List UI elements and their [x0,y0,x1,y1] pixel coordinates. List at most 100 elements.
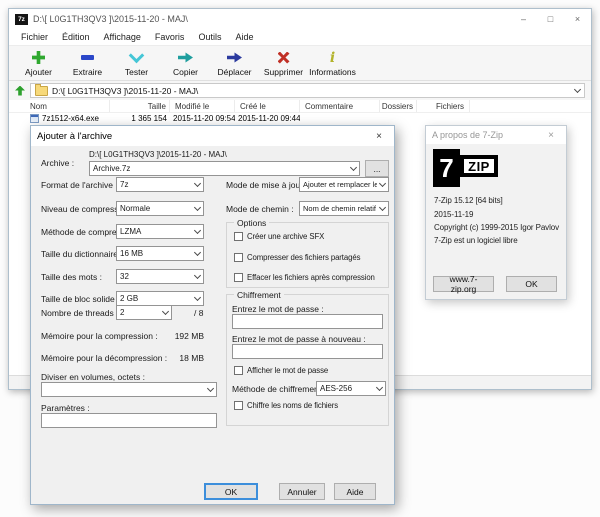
column-header-nom[interactable]: Nom [9,100,110,112]
help-button[interactable]: Aide [334,483,376,500]
level-combobox[interactable]: Normale [116,201,204,216]
main-window-title: D:\[ L0G1TH3QV3 ]\2015-11-20 - MAJ\ [33,14,188,24]
cancel-button[interactable]: Annuler [279,483,325,500]
minimize-icon[interactable]: – [510,9,537,29]
about-dialog: A propos de 7-Zip × 7 ZIP 7-Zip 15.12 [6… [425,125,567,300]
about-titlebar[interactable]: A propos de 7-Zip × [426,126,566,144]
password-input[interactable] [232,314,383,329]
file-name: 7z1512-x64.exe [42,114,99,123]
ok-button[interactable]: OK [204,483,258,500]
dictionary-combobox[interactable]: 16 MB [116,246,204,261]
ok-button[interactable]: OK [506,276,557,292]
maximize-icon[interactable]: □ [537,9,564,29]
solid-block-label: Taille de bloc solide : [41,294,120,304]
path-mode-combobox[interactable]: Nom de chemin relatif [299,201,389,216]
password-repeat-label: Entrez le mot de passe à nouveau : [232,334,366,344]
exe-file-icon [30,114,39,123]
browse-button[interactable]: ... [365,160,389,177]
dictionary-label: Taille du dictionnaire : [41,249,123,259]
solid-block-combobox[interactable]: 2 GB [116,291,204,306]
menu-affichage[interactable]: Affichage [97,32,148,42]
address-bar: D:\[ L0G1TH3QV3 ]\2015-11-20 - MAJ\ [9,81,591,100]
chevron-down-icon[interactable] [573,85,582,94]
word-size-combobox[interactable]: 32 [116,269,204,284]
checkbox-icon [234,366,243,375]
chevron-down-icon [378,203,387,212]
parameters-label: Paramètres : [41,403,90,413]
column-header-fichiers[interactable]: Fichiers [417,100,470,112]
toolbar-button-deplacer[interactable]: Déplacer [210,46,259,80]
move-arrow-icon [227,52,242,63]
chevron-down-icon [193,293,202,302]
chevron-down-icon [193,248,202,257]
update-mode-combobox[interactable]: Ajouter et remplacer les fichiers [299,177,389,192]
about-title: A propos de 7-Zip [432,130,504,140]
path-mode-label: Mode de chemin : [226,204,294,214]
memory-decompress-value: 18 MB [179,353,204,363]
file-created: 2015-11-20 09:44 [238,114,300,123]
add-to-archive-dialog: Ajouter à l'archive × Archive : D:\[ L0G… [30,125,395,505]
split-volumes-combobox[interactable] [41,382,217,397]
chevron-down-icon [375,383,384,392]
encryption-method-combobox[interactable]: AES-256 [316,381,386,396]
checkbox-icon [234,273,243,282]
close-icon[interactable]: × [536,126,566,144]
method-combobox[interactable]: LZMA [116,224,204,239]
main-titlebar[interactable]: 7z D:\[ L0G1TH3QV3 ]\2015-11-20 - MAJ\ –… [9,9,591,29]
toolbar-button-informations[interactable]: i Informations [308,46,357,80]
word-size-label: Taille des mots : [41,272,102,282]
show-password-checkbox[interactable]: Afficher le mot de passe [234,366,328,375]
close-icon[interactable]: × [564,9,591,29]
logo-seven: 7 [433,149,460,187]
menu-favoris[interactable]: Favoris [148,32,192,42]
add-plus-icon [32,51,45,64]
folder-icon [35,83,48,96]
table-row[interactable]: 7z1512-x64.exe 1 365 154 2015-11-20 09:5… [9,113,591,124]
password-label: Entrez le mot de passe : [232,304,324,314]
parameters-input[interactable] [41,413,217,428]
about-license: 7-Zip est un logiciel libre [434,236,518,245]
threads-combobox[interactable]: 2 [116,305,172,320]
menu-outils[interactable]: Outils [191,32,228,42]
website-button[interactable]: www.7-zip.org [433,274,494,294]
archive-label: Archive : [41,158,75,168]
column-header-modifie[interactable]: Modifié le [170,100,235,112]
parent-folder-icon[interactable] [15,85,25,96]
toolbar-button-extraire[interactable]: Extraire [63,46,112,80]
toolbar-button-tester[interactable]: Tester [112,46,161,80]
add-dialog-titlebar[interactable]: Ajouter à l'archive × [31,126,394,146]
chevron-down-icon [378,179,387,188]
toolbar-button-copier[interactable]: Copier [161,46,210,80]
encrypt-names-checkbox[interactable]: Chiffre les noms de fichiers [234,401,338,410]
memory-decompress-label: Mémoire pour la décompression : [41,353,168,363]
menu-fichier[interactable]: Fichier [14,32,55,42]
sfx-checkbox[interactable]: Créer une archive SFX [234,232,324,241]
chevron-down-icon [161,307,170,316]
chevron-down-icon [349,163,358,172]
close-icon[interactable]: × [364,126,394,146]
column-header-commentaire[interactable]: Commentaire [300,100,380,112]
column-header-dossiers[interactable]: Dossiers [380,100,417,112]
toolbar-button-ajouter[interactable]: Ajouter [14,46,63,80]
delete-x-icon [277,51,290,64]
password-repeat-input[interactable] [232,344,383,359]
checkbox-icon [234,253,243,262]
column-header-cree[interactable]: Créé le [235,100,300,112]
column-header-taille[interactable]: Taille [110,100,170,112]
app-7zip-icon: 7z [15,13,28,25]
address-combobox[interactable]: D:\[ L0G1TH3QV3 ]\2015-11-20 - MAJ\ [30,83,585,98]
menu-aide[interactable]: Aide [228,32,260,42]
format-combobox[interactable]: 7z [116,177,204,192]
checkbox-icon [234,401,243,410]
menu-edition[interactable]: Édition [55,32,97,42]
desktop: 7z D:\[ L0G1TH3QV3 ]\2015-11-20 - MAJ\ –… [0,0,600,517]
about-version: 7-Zip 15.12 [64 bits] [434,196,503,205]
archive-name-combobox[interactable]: Archive.7z [89,161,360,176]
shared-files-checkbox[interactable]: Compresser des fichiers partagés [234,253,360,262]
delete-after-checkbox[interactable]: Effacer les fichiers après compression [234,273,375,282]
toolbar-button-supprimer[interactable]: Supprimer [259,46,308,80]
extract-minus-icon [81,55,94,60]
split-volumes-label: Diviser en volumes, octets : [41,372,145,382]
window-controls: – □ × [510,9,591,29]
format-label: Format de l'archive : [41,180,118,190]
